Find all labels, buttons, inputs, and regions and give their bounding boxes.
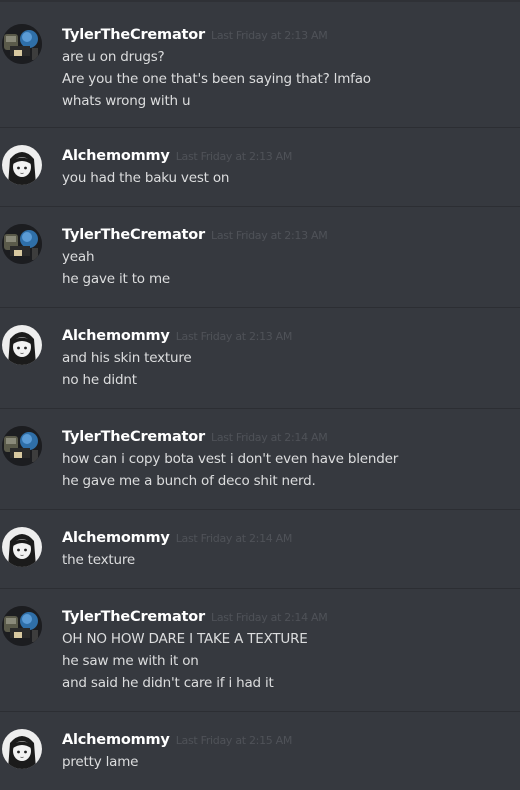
username[interactable]: Alchemommy	[62, 148, 170, 164]
timestamp: Last Friday at 2:14 AM	[175, 532, 293, 545]
message-text: you had the baku vest on	[62, 170, 230, 186]
message-text: he gave it to me	[62, 271, 171, 287]
timestamp: Last Friday at 2:13 AM	[175, 330, 293, 343]
message-text: no he didnt	[62, 372, 137, 388]
message-divider	[0, 307, 520, 308]
message-text: whats wrong with u	[62, 93, 191, 109]
username[interactable]: Alchemommy	[62, 732, 170, 748]
message-header: Alchemommy Last Friday at 2:14 AM	[62, 527, 292, 547]
message-header: TylerTheCremator Last Friday at 2:13 AM	[62, 24, 328, 44]
message-text: he gave me a bunch of deco shit nerd.	[62, 473, 316, 489]
tyler-avatar[interactable]	[2, 606, 42, 646]
username[interactable]: TylerTheCremator	[62, 429, 205, 445]
message-text: the texture	[62, 552, 136, 568]
message-content: how can i copy bota vest i don't even ha…	[62, 448, 398, 492]
message-text: Are you the one that's been saying that?…	[62, 71, 371, 87]
message-content: are u on drugs? Are you the one that's be…	[62, 46, 371, 112]
alchemommy-avatar[interactable]	[2, 527, 42, 567]
message-group[interactable]: Alchemommy Last Friday at 2:13 AM you had …	[0, 145, 520, 189]
message-divider	[0, 711, 520, 712]
message-header: Alchemommy Last Friday at 2:13 AM	[62, 325, 292, 345]
username[interactable]: Alchemommy	[62, 328, 170, 344]
alchemommy-avatar[interactable]	[2, 325, 42, 365]
message-header: Alchemommy Last Friday at 2:15 AM	[62, 729, 292, 749]
message-text: OH NO HOW DARE I TAKE A TEXTURE	[62, 631, 308, 647]
username[interactable]: Alchemommy	[62, 530, 170, 546]
message-group[interactable]: TylerTheCremator Last Friday at 2:14 AM OH…	[0, 606, 520, 694]
alchemommy-avatar[interactable]	[2, 145, 42, 185]
timestamp: Last Friday at 2:13 AM	[175, 150, 293, 163]
message-content: OH NO HOW DARE I TAKE A TEXTURE he saw me…	[62, 628, 308, 694]
message-text: how can i copy bota vest i don't even ha…	[62, 451, 399, 467]
message-content: you had the baku vest on	[62, 167, 229, 189]
message-text: and his skin texture	[62, 350, 192, 366]
message-divider	[0, 509, 520, 510]
message-content: pretty lame	[62, 751, 138, 773]
message-header: TylerTheCremator Last Friday at 2:14 AM	[62, 426, 328, 446]
message-text: are u on drugs?	[62, 49, 165, 65]
message-text: he saw me with it on	[62, 653, 199, 669]
chat-message-list[interactable]: TylerTheCremator Last Friday at 2:13 AM ar…	[0, 0, 520, 790]
message-header: TylerTheCremator Last Friday at 2:13 AM	[62, 224, 328, 244]
username[interactable]: TylerTheCremator	[62, 227, 205, 243]
tyler-avatar[interactable]	[2, 224, 42, 264]
username[interactable]: TylerTheCremator	[62, 27, 205, 43]
tyler-avatar[interactable]	[2, 24, 42, 64]
timestamp: Last Friday at 2:13 AM	[211, 229, 328, 242]
timestamp: Last Friday at 2:15 AM	[175, 734, 293, 747]
message-text: and said he didn't care if i had it	[62, 675, 274, 691]
message-divider	[0, 588, 520, 589]
message-header: Alchemommy Last Friday at 2:13 AM	[62, 145, 292, 165]
message-group[interactable]: Alchemommy Last Friday at 2:14 AM the text…	[0, 527, 520, 571]
tyler-avatar[interactable]	[2, 426, 42, 466]
message-group[interactable]: TylerTheCremator Last Friday at 2:13 AM ar…	[0, 24, 520, 112]
message-text: pretty lame	[62, 754, 139, 770]
message-divider	[0, 127, 520, 128]
username[interactable]: TylerTheCremator	[62, 609, 205, 625]
message-content: and his skin texture no he didnt	[62, 347, 192, 391]
message-group[interactable]: TylerTheCremator Last Friday at 2:13 AM ye…	[0, 224, 520, 290]
message-group[interactable]: TylerTheCremator Last Friday at 2:14 AM ho…	[0, 426, 520, 492]
message-group[interactable]: Alchemommy Last Friday at 2:13 AM and his …	[0, 325, 520, 391]
message-content: the texture	[62, 549, 135, 571]
message-divider	[0, 408, 520, 409]
timestamp: Last Friday at 2:14 AM	[211, 611, 328, 624]
timestamp: Last Friday at 2:14 AM	[211, 431, 328, 444]
message-content: yeah he gave it to me	[62, 246, 170, 290]
alchemommy-avatar[interactable]	[2, 729, 42, 769]
timestamp: Last Friday at 2:13 AM	[211, 29, 328, 42]
top-edge	[0, 0, 520, 2]
message-header: TylerTheCremator Last Friday at 2:14 AM	[62, 606, 328, 626]
message-text: yeah	[62, 249, 95, 265]
message-divider	[0, 206, 520, 207]
message-group[interactable]: Alchemommy Last Friday at 2:15 AM pretty l…	[0, 729, 520, 773]
